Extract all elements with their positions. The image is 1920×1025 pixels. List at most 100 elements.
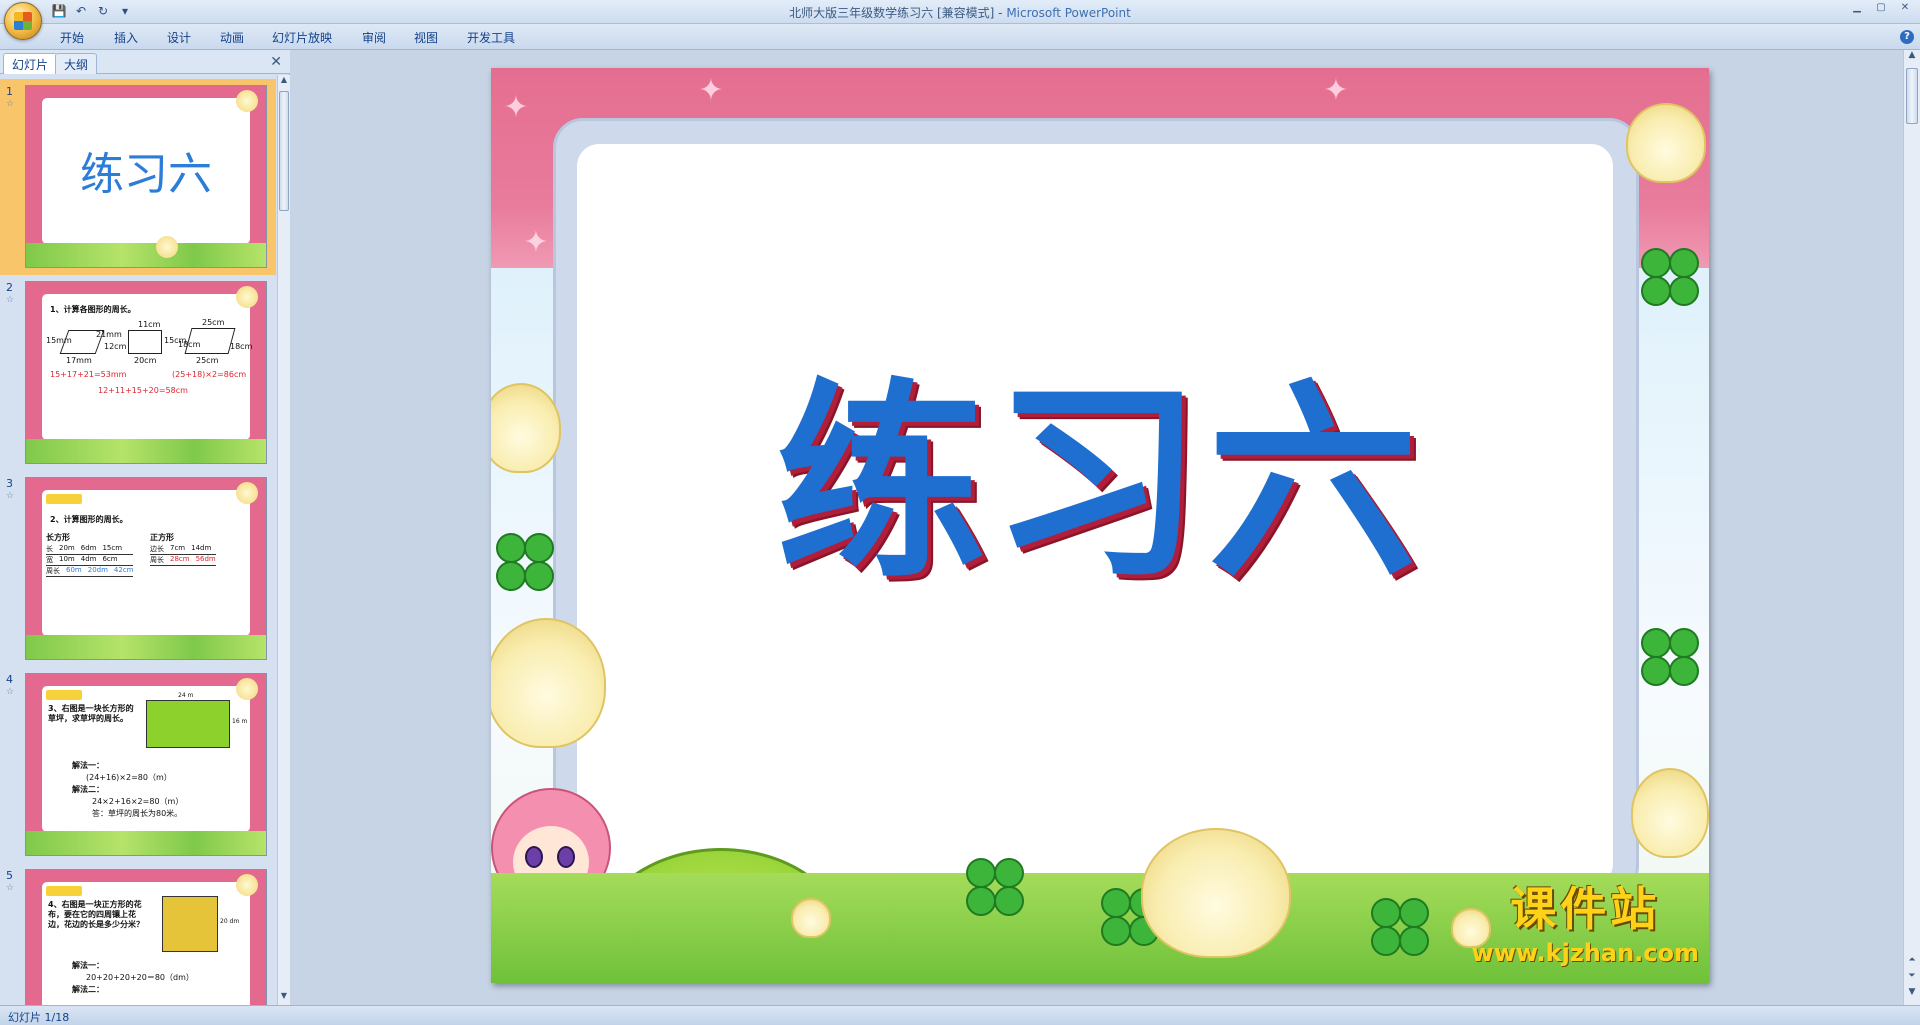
equation: 24×2+16×2=80（m） [92,797,184,806]
next-slide-icon[interactable]: ⏷ [1904,971,1920,985]
help-icon[interactable]: ? [1900,30,1914,44]
thumbnail-panel: 3、右图是一块长方形的草坪，求草坪的周长。 24 m 16 m 解法一： (24… [42,686,250,832]
dim-label: 20cm [134,356,157,365]
clover-icon [966,858,1026,918]
table-title: 长方形 [46,533,70,542]
slide-thumbnail[interactable]: 2、计算图形的周长。 长方形 正方形 长 20m 6dm 15cm 宽 10m [25,477,267,660]
window-controls: ▁ ▢ ✕ [1848,2,1914,16]
equation: (24+16)×2=80（m） [86,773,172,782]
site-watermark: 课件站 www.kjzhan.com [1472,873,1699,967]
close-window-icon[interactable]: ✕ [1896,2,1914,16]
thumbnail-number: 2 [6,281,13,294]
current-slide[interactable]: ✦ ✦ ✦ ✦ 练习六 课件站 www.kjzhan.com [491,68,1709,983]
thumbnail-scrollbar[interactable]: ▲ ▼ [277,75,290,1005]
thumbnail-heading: 1、计算各图形的周长。 [50,305,136,314]
section-header-badge [46,886,82,896]
section-header-badge [46,494,82,504]
flower-icon [156,236,178,258]
dim-label: 24 m [178,692,194,699]
watermark-title: 课件站 [1510,882,1661,936]
scroll-thumb[interactable] [1906,68,1918,124]
dim-label: 11cm [138,320,161,329]
dim-label: 16 m [232,718,248,725]
sparkle-icon: ✦ [523,225,549,260]
flower-icon [1141,828,1291,958]
equation: (25+18)×2=86cm [172,370,247,379]
tab-view[interactable]: 视图 [414,29,438,46]
office-button[interactable] [4,2,42,40]
table-title: 正方形 [150,533,174,542]
animation-star-icon: ☆ [6,491,15,501]
tab-animations[interactable]: 动画 [220,29,244,46]
thumbnail-heading: 2、计算图形的周长。 [50,515,128,524]
scroll-up-icon[interactable]: ▲ [278,75,290,89]
flower-icon [791,898,831,938]
scroll-down-icon[interactable]: ▼ [278,991,290,1005]
tab-slides[interactable]: 幻灯片 [3,53,58,74]
scroll-up-icon[interactable]: ▲ [1904,50,1920,66]
sparkle-icon: ✦ [698,73,724,108]
thumbnail-grass [26,831,266,855]
slide-thumbnail[interactable]: 1、计算各图形的周长。 11cm 21mm 15mm 17mm 12cm 15c… [25,281,267,464]
tab-slideshow[interactable]: 幻灯片放映 [272,29,332,46]
thumbnail-number: 5 [6,869,13,882]
status-bar: 幻灯片 1/18 [0,1005,1920,1025]
scroll-down-icon[interactable]: ▼ [1904,987,1920,1001]
animation-star-icon: ☆ [6,883,15,893]
tab-outline[interactable]: 大纲 [55,53,98,74]
slide-thumbnail[interactable]: 4、右图是一块正方形的花布，要在它的四周镶上花边，花边的长是多少分米？ 20 d… [25,869,267,1005]
slides-pane: 幻灯片 大纲 ✕ 1 ☆ 练习六 2 ☆ 1、计算各图形的周长。 11cm 21… [0,50,290,1005]
flower-icon [236,678,258,700]
thumbnail-row-4[interactable]: 4 ☆ 3、右图是一块长方形的草坪，求草坪的周长。 24 m 16 m 解法一：… [0,667,276,863]
minimize-icon[interactable]: ▁ [1848,2,1866,16]
tab-developer[interactable]: 开发工具 [467,29,515,46]
application-name: Microsoft PowerPoint [1006,6,1131,20]
dim-label: 25cm [202,318,225,327]
flower-icon [236,482,258,504]
slide-thumbnail[interactable]: 3、右图是一块长方形的草坪，求草坪的周长。 24 m 16 m 解法一： (24… [25,673,267,856]
method-label: 解法二： [72,985,104,994]
thumbnail-row-3[interactable]: 3 ☆ 2、计算图形的周长。 长方形 正方形 长 20m 6dm 15cm 宽 … [0,471,276,667]
trapezoid-shape [128,330,162,354]
dim-label: 20 dm [220,918,240,925]
lawn-image [146,700,230,748]
flower-icon [236,90,258,112]
flower-icon [1626,103,1706,183]
dim-label: 17mm [66,356,92,365]
tab-review[interactable]: 审阅 [362,29,386,46]
girl-eye [557,846,575,868]
thumbnail-panel: 练习六 [42,98,250,244]
thumbnail-list: 1 ☆ 练习六 2 ☆ 1、计算各图形的周长。 11cm 21mm 15mm 1… [0,75,276,1005]
problem-text: 4、右图是一块正方形的花布，要在它的四周镶上花边，花边的长是多少分米？ [48,900,144,929]
pane-tabs: 幻灯片 大纲 ✕ [0,50,290,74]
tab-home[interactable]: 开始 [60,29,84,46]
thumbnail-panel: 1、计算各图形的周长。 11cm 21mm 15mm 17mm 12cm 15c… [42,294,252,440]
tab-insert[interactable]: 插入 [114,29,138,46]
animation-star-icon: ☆ [6,99,15,109]
flower-icon [1631,768,1709,858]
animation-star-icon: ☆ [6,687,15,697]
thumbnail-title: 练习六 [80,149,212,200]
slide-thumbnail[interactable]: 练习六 [25,85,267,268]
equation: 15+17+21=53mm [50,370,127,379]
window-title: 北师大版三年级数学练习六 [兼容模式] - Microsoft PowerPoi… [789,6,1131,20]
scroll-thumb[interactable] [279,91,289,211]
thumbnail-row-1[interactable]: 1 ☆ 练习六 [0,79,276,275]
equation: 12+11+15+20=58cm [98,386,188,395]
slide-counter: 幻灯片 1/18 [8,1011,70,1024]
animation-star-icon: ☆ [6,295,15,305]
previous-slide-icon[interactable]: ⏶ [1904,955,1920,969]
slide-title[interactable]: 练习六 [491,313,1709,617]
tab-design[interactable]: 设计 [167,29,191,46]
thumbnail-row-2[interactable]: 2 ☆ 1、计算各图形的周长。 11cm 21mm 15mm 17mm 12cm… [0,275,276,471]
slide-scrollbar[interactable]: ▲ ⏶ ⏷ ▼ [1903,50,1920,1005]
square-table: 边长 7cm 14dm 周长 28cm 56dm [150,544,216,566]
maximize-icon[interactable]: ▢ [1872,2,1890,16]
thumbnail-row-5[interactable]: 5 ☆ 4、右图是一块正方形的花布，要在它的四周镶上花边，花边的长是多少分米？ … [0,863,276,1005]
close-pane-icon[interactable]: ✕ [270,54,282,70]
flower-icon [236,286,258,308]
clover-icon [1641,628,1701,688]
thumbnail-number: 4 [6,673,13,686]
document-title: 北师大版三年级数学练习六 [兼容模式] [789,6,995,20]
flower-icon [491,618,606,748]
